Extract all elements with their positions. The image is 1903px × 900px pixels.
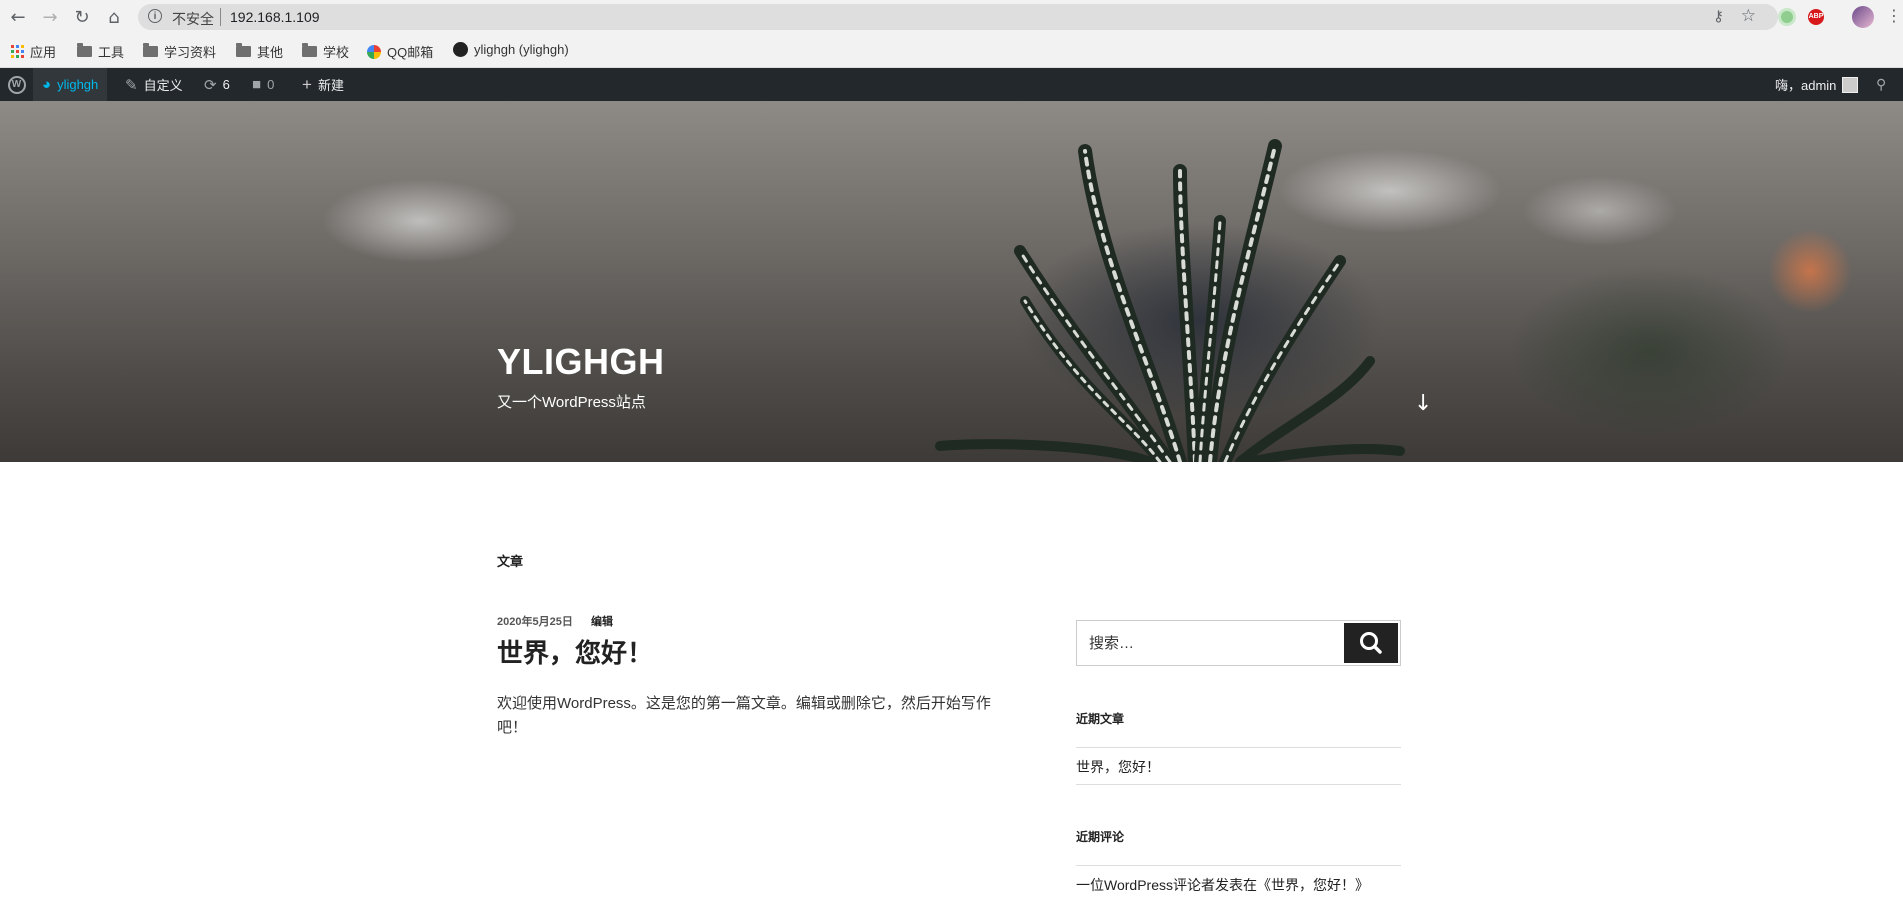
- avatar: [1842, 76, 1859, 93]
- search-form: [1076, 620, 1401, 666]
- bookmark-label: 学校: [323, 45, 350, 60]
- adblock-icon[interactable]: ABP: [1808, 9, 1824, 25]
- reload-icon[interactable]: ↻: [70, 5, 94, 29]
- post-excerpt: 欢迎使用WordPress。这是您的第一篇文章。编辑或删除它，然后开始写作吧！: [497, 695, 991, 736]
- adminbar-account[interactable]: 嗨，admin: [1775, 68, 1859, 101]
- recent-post-link[interactable]: 世界，您好！: [1076, 757, 1160, 777]
- profile-avatar[interactable]: [1852, 6, 1874, 28]
- adminbar-customize[interactable]: ✎ 自定义: [125, 68, 183, 101]
- security-label: 不安全: [172, 11, 214, 27]
- comment-icon: ■: [252, 76, 262, 93]
- folder-icon: [236, 43, 251, 57]
- wordpress-logo[interactable]: W: [0, 68, 33, 101]
- search-icon: ⚲: [1876, 76, 1887, 92]
- bookmark-label: QQ邮箱: [387, 45, 434, 60]
- bookmark-apps[interactable]: 应用: [11, 42, 56, 61]
- brush-icon: ✎: [125, 76, 138, 94]
- plant-illustration: [935, 139, 1405, 462]
- site-title[interactable]: YLIGHGH: [497, 341, 665, 383]
- url-text[interactable]: 192.168.1.109: [230, 9, 320, 25]
- bookmark-other[interactable]: 其他: [236, 42, 283, 61]
- customize-label: 自定义: [143, 78, 183, 93]
- plus-icon: +: [302, 74, 312, 94]
- recent-posts-title: 近期文章: [1076, 712, 1125, 726]
- bookmark-qqmail[interactable]: QQ邮箱: [367, 42, 433, 61]
- recent-comment-link[interactable]: 一位WordPress评论者发表在《世界，您好！》: [1076, 875, 1369, 895]
- back-icon[interactable]: ←: [6, 5, 30, 29]
- divider: [1076, 784, 1401, 785]
- divider: [220, 8, 221, 26]
- search-input[interactable]: [1077, 621, 1342, 665]
- adminbar-search[interactable]: ⚲: [1876, 68, 1886, 101]
- bookmarks-bar: 应用 工具 学习资料 其他 学校 QQ邮箱 ylighgh (ylighgh): [0, 34, 1903, 68]
- bookmark-school[interactable]: 学校: [302, 42, 349, 61]
- extension-green-icon[interactable]: [1778, 8, 1796, 26]
- adminbar-site-name[interactable]: ◕ ylighgh: [33, 68, 108, 101]
- wordpress-icon: W: [7, 75, 26, 94]
- adminbar-updates[interactable]: ⟳ 6: [204, 68, 230, 101]
- star-icon[interactable]: ☆: [1741, 6, 1756, 26]
- github-icon: [453, 42, 468, 57]
- address-bar[interactable]: i 不安全 192.168.1.109 ⚷ ☆: [138, 4, 1778, 30]
- adminbar-new[interactable]: + 新建: [302, 68, 344, 101]
- dashboard-icon: ◕: [42, 76, 52, 93]
- info-icon[interactable]: i: [148, 9, 162, 23]
- updates-count: 6: [222, 77, 230, 92]
- browser-toolbar: ← → ↻ ⌂ i 不安全 192.168.1.109 ⚷ ☆ ABP ⋮: [0, 0, 1903, 34]
- folder-icon: [143, 43, 158, 57]
- search-icon: [1360, 632, 1382, 654]
- bookmark-github[interactable]: ylighgh (ylighgh): [453, 42, 569, 57]
- bookmark-label: 应用: [30, 45, 57, 60]
- site-name-label: ylighgh: [57, 77, 99, 92]
- adminbar-comments[interactable]: ■ 0: [252, 68, 274, 101]
- search-button[interactable]: [1344, 623, 1398, 663]
- header-image: YLIGHGH 又一个WordPress站点 ↓: [0, 101, 1903, 462]
- apps-icon: [11, 45, 24, 58]
- greeting-label: 嗨，admin: [1775, 78, 1837, 93]
- key-icon[interactable]: ⚷: [1713, 7, 1724, 25]
- site-tagline: 又一个WordPress站点: [497, 394, 646, 411]
- folder-icon: [77, 43, 92, 57]
- updates-icon: ⟳: [204, 76, 217, 94]
- divider: [1076, 865, 1401, 866]
- page-title: 文章: [497, 554, 524, 569]
- new-label: 新建: [317, 78, 344, 93]
- comments-count: 0: [267, 77, 275, 92]
- recent-comments-title: 近期评论: [1076, 830, 1125, 844]
- bookmark-label: ylighgh (ylighgh): [474, 42, 569, 57]
- folder-icon: [302, 43, 317, 57]
- divider: [1076, 747, 1401, 748]
- bookmark-tools[interactable]: 工具: [77, 42, 124, 61]
- qqmail-icon: [367, 44, 381, 59]
- wp-admin-bar: W ◕ ylighgh ✎ 自定义 ⟳ 6 ■ 0 + 新建 嗨，admin ⚲: [0, 68, 1903, 101]
- bookmark-label: 工具: [98, 45, 125, 60]
- forward-icon[interactable]: →: [38, 5, 62, 29]
- bookmark-study[interactable]: 学习资料: [143, 42, 216, 61]
- bookmark-label: 其他: [257, 45, 284, 60]
- arrow-down-icon[interactable]: ↓: [1414, 391, 1432, 416]
- home-icon[interactable]: ⌂: [102, 5, 126, 29]
- post-title[interactable]: 世界，您好！: [497, 633, 653, 670]
- more-menu-icon[interactable]: ⋮: [1886, 6, 1902, 25]
- post-edit-link[interactable]: 编辑: [591, 613, 613, 629]
- post-date[interactable]: 2020年5月25日: [497, 613, 573, 629]
- bookmark-label: 学习资料: [164, 45, 217, 60]
